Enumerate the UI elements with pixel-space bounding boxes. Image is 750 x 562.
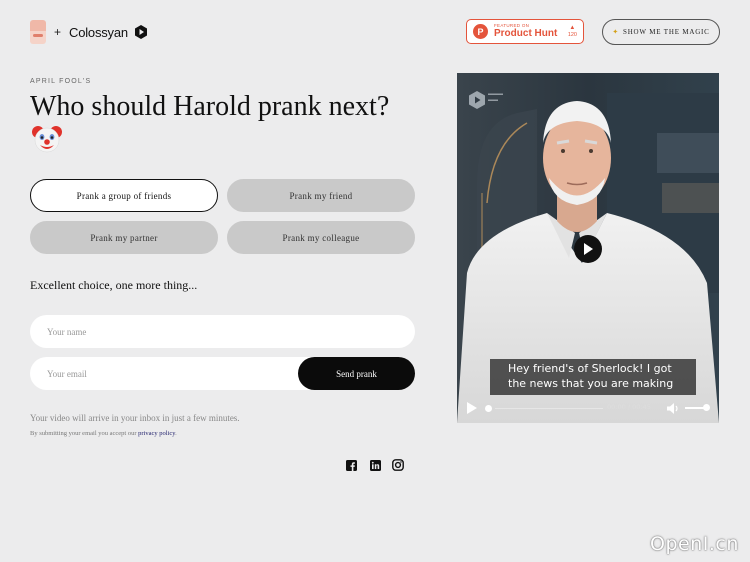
colossyan-wordmark: Colossyan	[69, 24, 128, 40]
progress-handle[interactable]	[485, 405, 492, 412]
brand-logo[interactable]: + Colossyan	[30, 20, 148, 44]
caption-line-2: the news that you are making	[508, 377, 674, 390]
instagram-icon[interactable]	[392, 459, 404, 471]
linkedin-icon[interactable]	[369, 459, 381, 471]
play-overlay-button[interactable]	[574, 235, 602, 263]
video-brand-logo-icon	[469, 91, 485, 109]
volume-icon[interactable]	[667, 403, 680, 414]
delivery-info: Your video will arrive in your inbox in …	[30, 413, 240, 423]
current-time: 00:00	[607, 403, 626, 411]
product-hunt-name: Product Hunt	[494, 28, 558, 40]
choice-my-colleague[interactable]: Prank my colleague	[227, 221, 415, 254]
eyebrow-label: APRIL FOOL'S	[30, 78, 92, 85]
logo-plus: +	[54, 25, 62, 39]
privacy-policy-link[interactable]: privacy policy	[138, 430, 175, 437]
sparkle-icon: ✦	[612, 28, 619, 36]
upvote-icon: ▲	[569, 24, 576, 31]
facebook-icon[interactable]	[345, 459, 357, 471]
time-separator: /	[627, 403, 631, 411]
video-controls: 00:00 / 00:45	[457, 399, 719, 419]
consent-text: By submitting your email you accept our …	[30, 430, 177, 437]
send-prank-button[interactable]: Send prank	[298, 357, 415, 390]
play-icon	[584, 243, 593, 255]
video-caption: Hey friend's of Sherlock! I got the news…	[490, 359, 696, 395]
volume-handle[interactable]	[703, 404, 710, 411]
show-magic-label: SHOW ME THE MAGIC	[623, 28, 710, 36]
page-title: Who should Harold prank next?	[30, 91, 390, 122]
colossyan-icon	[134, 25, 147, 39]
name-input[interactable]: Your name	[30, 315, 415, 348]
progress-track[interactable]	[495, 408, 603, 409]
show-magic-button[interactable]: ✦ SHOW ME THE MAGIC	[602, 19, 720, 45]
site-watermark: OpenI.cn	[650, 533, 739, 555]
harold-logo-icon	[30, 20, 46, 44]
duration: 00:45	[632, 403, 651, 411]
time-display: 00:00 / 00:45	[607, 403, 651, 411]
choice-my-friend[interactable]: Prank my friend	[227, 179, 415, 212]
form-subheading: Excellent choice, one more thing...	[30, 278, 198, 292]
caption-line-1: Hey friend's of Sherlock! I got	[508, 362, 672, 375]
vote-count: 120	[567, 31, 577, 38]
choice-group-of-friends[interactable]: Prank a group of friends	[30, 179, 218, 212]
product-hunt-icon: P	[473, 24, 488, 39]
consent-suffix: .	[175, 430, 177, 437]
choice-my-partner[interactable]: Prank my partner	[30, 221, 218, 254]
product-hunt-badge[interactable]: P FEATURED ON Product Hunt ▲ 120	[466, 19, 584, 44]
clown-face-icon	[32, 126, 62, 153]
video-player[interactable]: ▬▬▬ ▬▬ Hey friend's of Sherlock! I got th…	[457, 73, 719, 423]
video-brand-watermark: ▬▬▬ ▬▬	[488, 91, 503, 103]
control-play-icon[interactable]	[467, 402, 477, 414]
consent-prefix: By submitting your email you accept our	[30, 430, 139, 437]
